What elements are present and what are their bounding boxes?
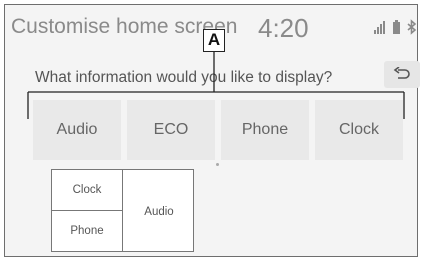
preview-cell-bottom-left: Phone	[70, 225, 104, 237]
back-button[interactable]	[384, 61, 420, 88]
display-question: What information would you like to displ…	[35, 69, 333, 86]
back-arrow-icon	[393, 67, 410, 79]
option-phone-button[interactable]: Phone	[221, 100, 309, 160]
signal-bars-icon	[374, 21, 385, 34]
bluetooth-icon	[407, 19, 417, 35]
option-clock-button[interactable]: Clock	[315, 100, 403, 160]
page-indicator-dot	[216, 163, 219, 166]
preview-divider-horizontal	[52, 210, 122, 212]
clock-time: 4:20	[258, 13, 309, 43]
preview-cell-right: Audio	[144, 206, 174, 218]
option-eco-button[interactable]: ECO	[127, 100, 215, 160]
battery-icon	[393, 20, 400, 34]
callout-label: A	[203, 29, 225, 52]
layout-preview: Clock Phone Audio	[51, 169, 194, 252]
preview-cell-top-left: Clock	[72, 184, 102, 196]
option-audio-button[interactable]: Audio	[33, 100, 121, 160]
status-bar	[372, 19, 418, 35]
